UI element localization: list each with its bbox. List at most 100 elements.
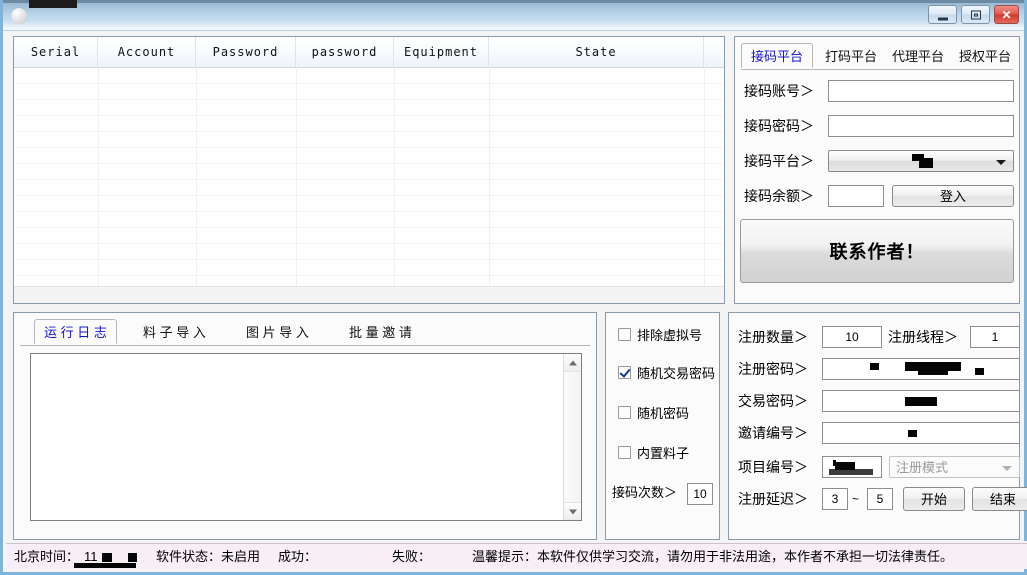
trade-password-input[interactable] [822,390,1020,412]
tab-material-import[interactable]: 料 子 导 入 [133,319,216,344]
register-password-input[interactable] [822,358,1020,380]
checkbox-label-random-trade-password: 随机交易密码 [637,366,716,381]
accounts-table-footer [14,286,724,303]
scroll-down-button[interactable] [564,502,581,520]
login-button[interactable]: 登入 [892,185,1014,207]
table-row-divider [14,227,724,228]
table-row-divider [14,275,724,276]
close-button[interactable]: ✕ [994,5,1019,24]
field-row-jiema-account: 接码账号＞ [744,79,1014,103]
run-log-textarea[interactable] [30,353,582,521]
checkbox-box-random-trade-password[interactable] [618,366,631,379]
window-title-redaction [29,0,77,8]
delay-min-input[interactable] [822,488,848,510]
trade-password-redaction [905,397,937,406]
label-project-code: 项目编号＞ [738,459,808,475]
tab-image-import[interactable]: 图 片 导 入 [236,319,319,344]
caret-up-icon [568,360,577,365]
tab-dama-platform[interactable]: 打码平台 [815,43,887,68]
column-header-password[interactable]: Password [196,37,296,67]
label-jiema-account: 接码账号＞ [744,83,814,99]
title-bar[interactable]: ✕ [3,0,1024,31]
checkbox-label-random-password: 随机密码 [637,406,690,421]
reg-password-redaction-a [870,363,879,370]
field-row-trade-password: 交易密码＞ [738,389,1020,413]
tab-jiema-platform[interactable]: 接码平台 [741,43,814,68]
tab-batch-invite[interactable]: 批 量 邀 请 [339,319,422,344]
close-icon: ✕ [1001,7,1012,22]
tab-run-log[interactable]: 运 行 日 志 [34,319,117,344]
table-row-divider [14,147,724,148]
table-row-divider [14,131,724,132]
reg-password-redaction-d [975,368,984,375]
table-column-divider [489,67,490,287]
column-header-account[interactable]: Account [98,37,196,67]
jiema-password-input[interactable] [828,115,1014,137]
log-panel: 运 行 日 志 料 子 导 入 图 片 导 入 批 量 邀 请 [13,312,597,540]
table-row-divider [14,195,724,196]
column-header-equipment[interactable]: Equipment [394,37,489,67]
project-redaction-c [829,469,873,475]
table-row-divider [14,179,724,180]
tab-auth-platform[interactable]: 授权平台 [949,43,1021,68]
tab-proxy-platform[interactable]: 代理平台 [882,43,954,68]
platform-redaction-b [919,158,933,168]
delay-max-input[interactable] [867,488,893,510]
contact-author-button[interactable]: 联系作者！ [740,219,1014,283]
maximize-button[interactable] [961,5,990,24]
field-row-code-count: 接码次数＞ [612,481,717,505]
accounts-table[interactable]: Serial Account Password password Equipme… [13,36,725,304]
title-bar-top-edge [3,0,1024,3]
table-column-divider [296,67,297,287]
checkbox-label-builtin-material: 内置料子 [637,446,690,461]
label-register-delay: 注册延迟＞ [738,491,808,507]
column-header-serial[interactable]: Serial [14,37,98,67]
stop-button[interactable]: 结束 [972,487,1027,511]
minimize-icon [937,17,948,20]
app-icon [11,8,27,24]
checkbox-box-builtin-material[interactable] [618,446,631,459]
label-jiema-platform: 接码平台＞ [744,153,814,169]
label-trade-password: 交易密码＞ [738,393,808,409]
field-row-jiema-password: 接码密码＞ [744,114,1014,138]
chevron-down-icon-mode [1002,466,1012,471]
scroll-up-button[interactable] [564,354,581,372]
delay-separator: ~ [852,492,860,506]
table-row-divider [14,259,724,260]
platform-tabstrip: 接码平台 打码平台 代理平台 授权平台 [741,43,1013,70]
register-panel: 注册数量＞ 注册线程＞ 注册密码＞ 交易密码＞ 邀请编号＞ [728,312,1027,540]
log-vertical-scrollbar[interactable] [563,354,581,520]
register-thread-input[interactable] [970,326,1020,348]
checkbox-box-random-password[interactable] [618,406,631,419]
status-success: 成功： [278,549,318,564]
minimize-button[interactable] [928,5,957,24]
maximize-icon [970,10,981,19]
status-time-redaction-c [74,563,136,568]
label-register-password: 注册密码＞ [738,361,808,377]
project-code-input[interactable] [822,456,882,478]
column-header-state[interactable]: State [489,37,704,67]
table-row-divider [14,211,724,212]
table-column-divider [394,67,395,287]
accounts-table-header: Serial Account Password password Equipme… [14,37,724,68]
chevron-down-icon [996,160,1006,165]
column-header-password-lower[interactable]: password [296,37,394,67]
field-row-register-count: 注册数量＞ 注册线程＞ [738,325,1020,349]
jiema-account-input[interactable] [828,80,1014,102]
jiema-balance-input[interactable] [828,185,884,207]
register-mode-select[interactable]: 注册模式 [889,456,1020,478]
jiema-platform-select[interactable] [828,150,1014,172]
caret-down-icon [568,509,577,514]
field-row-register-password: 注册密码＞ [738,357,1020,381]
label-register-thread: 注册线程＞ [888,329,958,345]
code-count-input[interactable] [687,483,713,505]
start-button[interactable]: 开始 [903,487,965,511]
label-register-count: 注册数量＞ [738,329,808,345]
register-count-input[interactable] [822,326,882,348]
status-time-redaction-a [102,553,112,562]
checkbox-box-exclude-virtual[interactable] [618,328,631,341]
status-time-redaction-b [128,553,137,562]
status-fail: 失败： [392,549,432,564]
invite-code-input[interactable] [822,422,1020,444]
field-row-jiema-balance: 接码余额＞ 登入 [744,184,1014,208]
